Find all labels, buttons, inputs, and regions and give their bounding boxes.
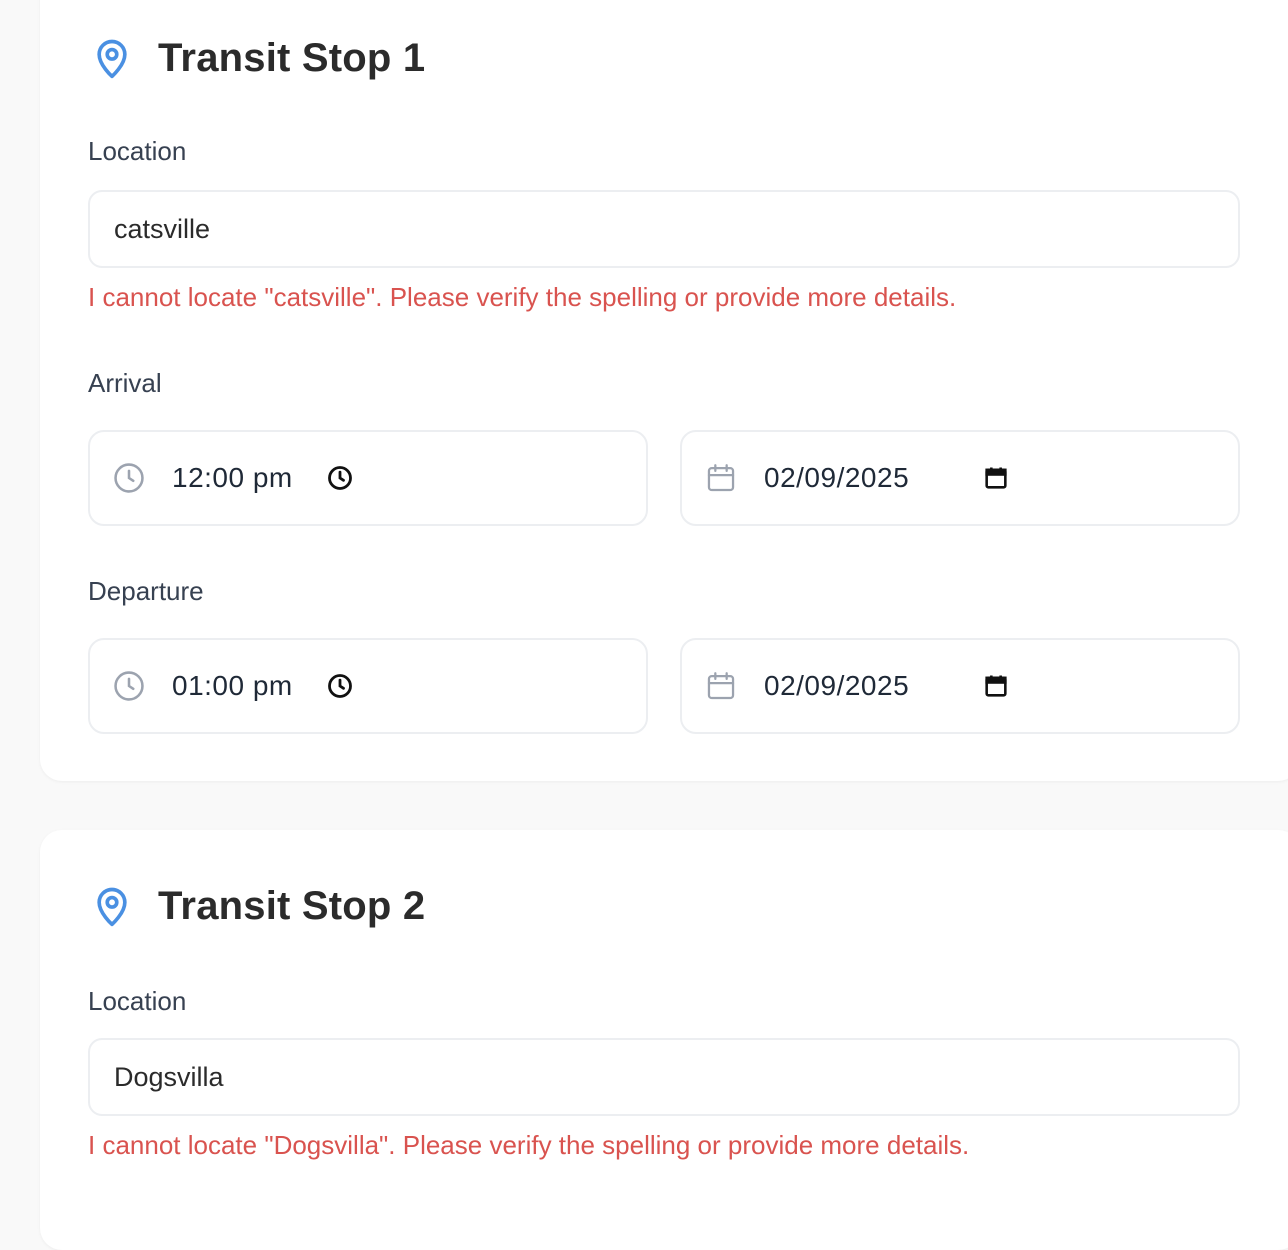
map-pin-icon	[97, 39, 127, 79]
location-label: Location	[88, 986, 187, 1016]
location-label: Location	[88, 136, 187, 166]
clock-picker-icon[interactable]	[326, 672, 354, 700]
arrival-time-value: 12:00 pm	[172, 462, 293, 493]
location-input[interactable]: Dogsvilla	[88, 1038, 1240, 1116]
stop-header: Transit Stop 2	[90, 876, 425, 936]
arrival-date-value: 02/09/2025	[764, 462, 910, 493]
arrival-date-input[interactable]: 02/09/2025	[680, 430, 1240, 526]
departure-date-value: 02/09/2025	[764, 670, 910, 701]
stop-header: Transit Stop 1	[90, 28, 425, 88]
stop-title: Transit Stop 1	[158, 35, 426, 80]
departure-date-input[interactable]: 02/09/2025	[680, 638, 1240, 734]
location-error: I cannot locate "catsville". Please veri…	[88, 282, 957, 312]
transit-stop-card-1: Transit Stop 1 Location catsville I cann…	[40, 0, 1288, 781]
location-input-value: Dogsvilla	[114, 1061, 224, 1092]
clock-icon	[114, 463, 144, 493]
calendar-icon	[707, 464, 735, 492]
clock-picker-icon[interactable]	[326, 464, 354, 492]
location-error: I cannot locate "Dogsvilla". Please veri…	[88, 1130, 970, 1160]
calendar-picker-icon[interactable]	[982, 464, 1010, 492]
arrival-time-input[interactable]: 12:00 pm	[88, 430, 648, 526]
stop-title: Transit Stop 2	[158, 883, 426, 928]
calendar-icon	[707, 672, 735, 700]
clock-icon	[114, 671, 144, 701]
departure-time-input[interactable]: 01:00 pm	[88, 638, 648, 734]
departure-label: Departure	[88, 576, 204, 606]
calendar-picker-icon[interactable]	[982, 672, 1010, 700]
departure-time-value: 01:00 pm	[172, 670, 293, 701]
location-input[interactable]: catsville	[88, 190, 1240, 268]
map-pin-icon	[97, 887, 127, 927]
arrival-label: Arrival	[88, 368, 162, 398]
location-input-value: catsville	[114, 213, 211, 244]
transit-stop-card-2: Transit Stop 2 Location Dogsvilla I cann…	[40, 830, 1288, 1250]
